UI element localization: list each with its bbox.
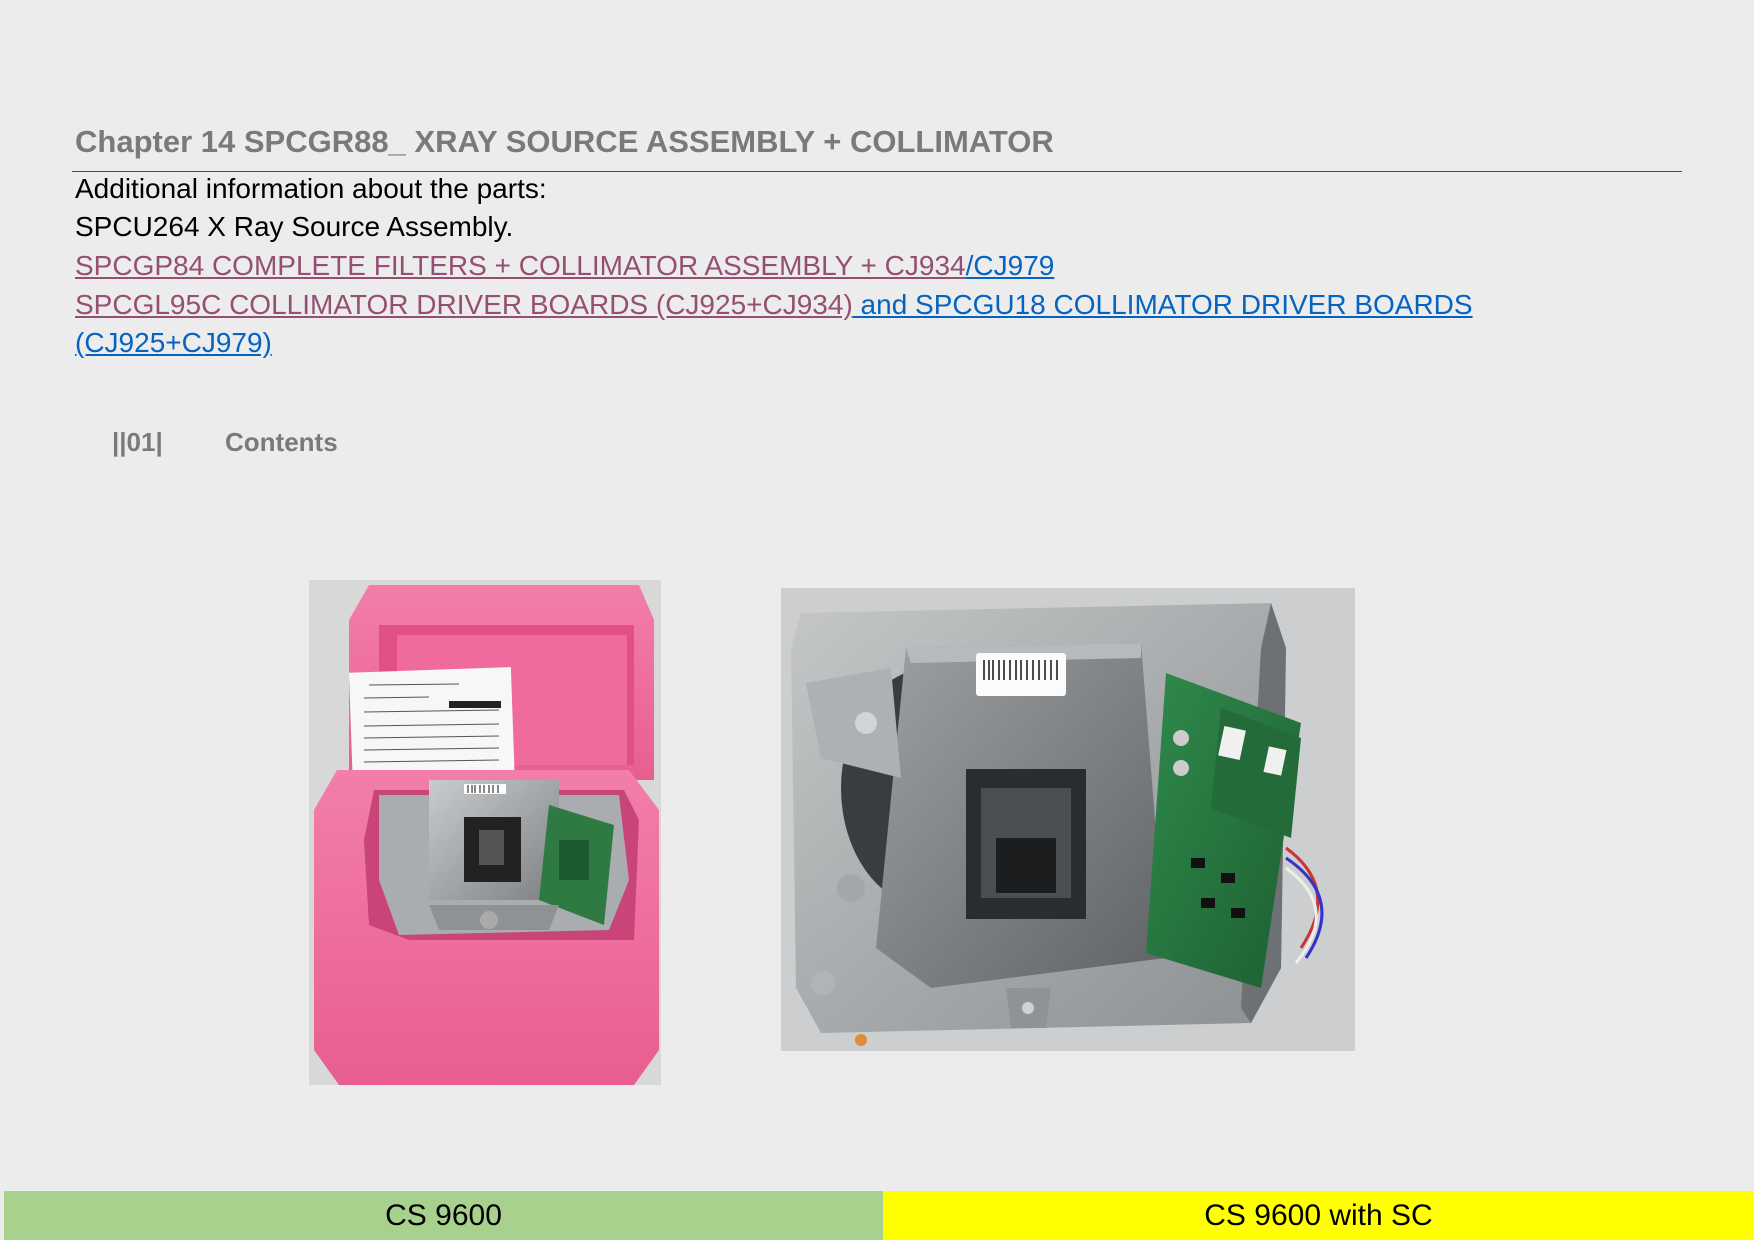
contents-entry[interactable]: ||01| Contents — [112, 427, 338, 458]
filters-link[interactable]: SPCGP84 COMPLETE FILTERS + COLLIMATOR AS… — [75, 250, 966, 281]
title-divider — [72, 171, 1682, 172]
footer-cs9600-sc: CS 9600 with SC — [883, 1191, 1754, 1240]
source-assembly-text: SPCU264 X Ray Source Assembly. — [75, 211, 514, 242]
cj979-link[interactable]: /CJ979 — [966, 250, 1055, 281]
collimator-assembly-image — [781, 588, 1355, 1051]
spcgu18-boards-link-cont[interactable]: (CJ925+CJ979) — [75, 327, 272, 358]
packaged-assembly-image — [309, 580, 661, 1085]
collimator-assembly-photo — [781, 588, 1355, 1051]
boards-link-line: SPCGL95C COLLIMATOR DRIVER BOARDS (CJ925… — [75, 289, 1473, 321]
filters-link-line: SPCGP84 COMPLETE FILTERS + COLLIMATOR AS… — [75, 250, 1054, 282]
contents-number: ||01| — [112, 427, 163, 457]
chapter-title: Chapter 14 SPCGR88_ XRAY SOURCE ASSEMBLY… — [75, 124, 1054, 159]
intro-text: Additional information about the parts: — [75, 173, 547, 204]
boards-link-line-2: (CJ925+CJ979) — [75, 327, 272, 359]
contents-label: Contents — [225, 427, 338, 457]
spcgl95c-boards-link[interactable]: SPCGL95C COLLIMATOR DRIVER BOARDS (CJ925… — [75, 289, 853, 320]
footer-cs9600: CS 9600 — [4, 1191, 883, 1240]
spcgu18-boards-link[interactable]: and SPCGU18 COLLIMATOR DRIVER BOARDS — [853, 289, 1473, 320]
packaged-assembly-photo — [309, 580, 661, 1085]
